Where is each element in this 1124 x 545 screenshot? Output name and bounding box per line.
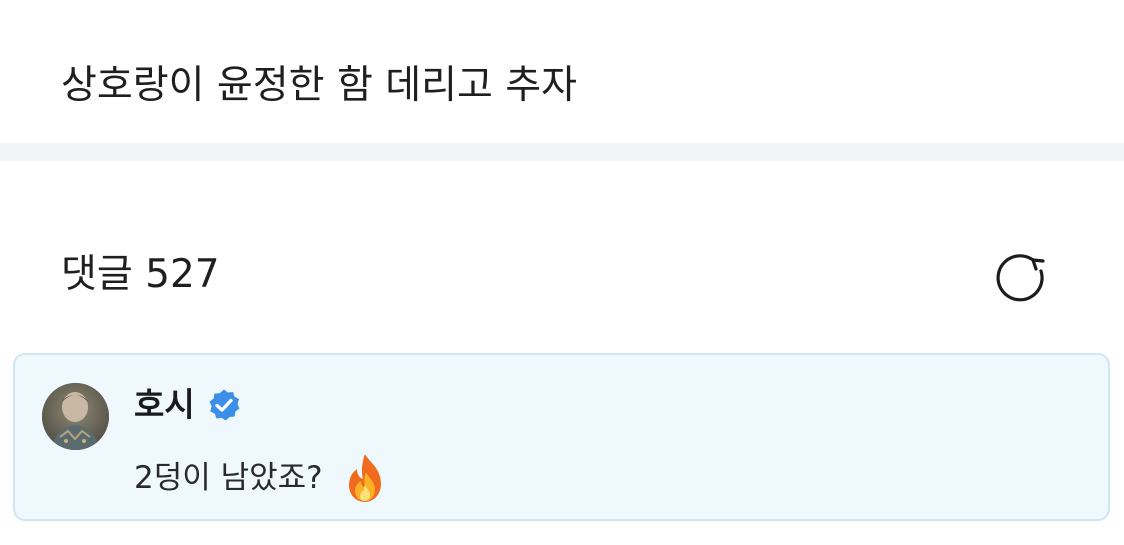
highlighted-comment-card[interactable]: 호시 2덩이 남았죠? [13, 353, 1110, 521]
section-divider [0, 143, 1124, 161]
comment-author-row: 호시 [134, 381, 241, 429]
avatar[interactable] [42, 383, 109, 450]
comments-count-title: 댓글 527 [61, 252, 220, 297]
refresh-button[interactable] [992, 249, 1052, 309]
fire-icon [343, 452, 387, 504]
post-body: 상호랑이 윤정한 함 데리고 추자 [0, 0, 1124, 143]
refresh-icon [996, 254, 1045, 302]
comment-author-name[interactable]: 호시 [134, 381, 195, 429]
post-text: 상호랑이 윤정한 함 데리고 추자 [61, 63, 578, 108]
comments-header: 댓글 527 [0, 161, 1124, 351]
comment-text: 2덩이 남았죠? [134, 460, 323, 496]
comment-text-row: 2덩이 남았죠? [134, 451, 387, 505]
verified-badge-icon [207, 388, 241, 422]
